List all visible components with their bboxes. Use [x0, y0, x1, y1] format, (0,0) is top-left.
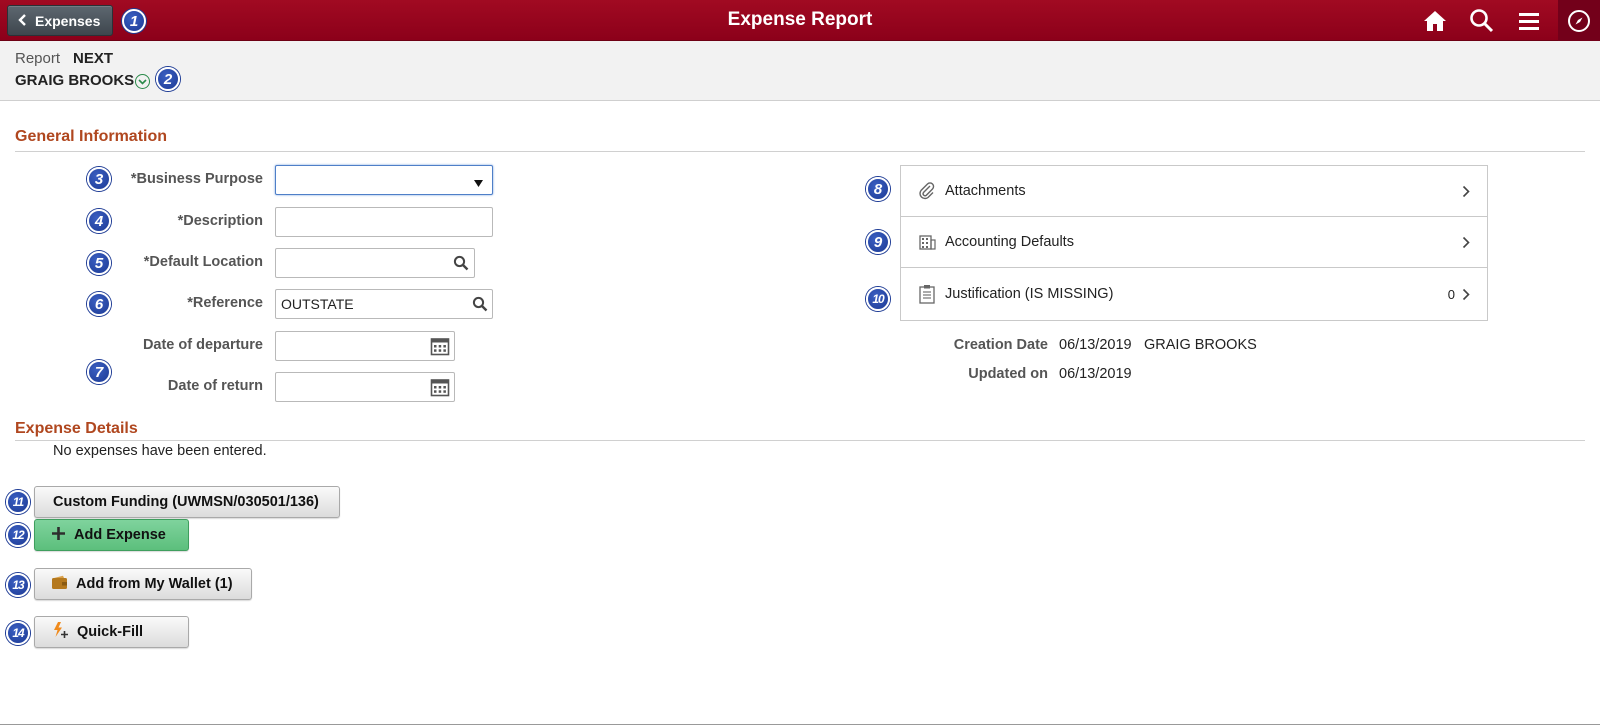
employee-name: GRAIG BROOKS — [15, 72, 135, 89]
clipboard-icon — [915, 284, 939, 304]
description-input[interactable] — [275, 207, 493, 237]
accounting-defaults-row[interactable]: Accounting Defaults — [900, 216, 1488, 268]
no-expenses-message: No expenses have been entered. — [53, 443, 267, 459]
accounting-defaults-label: Accounting Defaults — [945, 234, 1074, 250]
updated-on-label: Updated on — [968, 366, 1048, 382]
quick-fill-button[interactable]: Quick-Fill — [34, 616, 189, 648]
callout-badge: 8 — [866, 177, 890, 201]
callout-badge: 2 — [156, 67, 180, 91]
chevron-right-icon — [1459, 185, 1473, 198]
return-date-label: Date of return — [167, 378, 263, 394]
attachments-row[interactable]: Attachments — [900, 165, 1488, 217]
plus-icon — [51, 526, 66, 545]
report-label: Report — [15, 50, 61, 67]
report-summary-bar — [0, 41, 1600, 101]
page-title: Expense Report — [727, 9, 873, 30]
callout-badge: 13 — [6, 573, 30, 597]
search-icon[interactable] — [450, 252, 472, 274]
description-label: *Description — [177, 213, 263, 229]
creation-date-label: Creation Date — [953, 337, 1048, 353]
business-purpose-label: *Business Purpose — [130, 171, 263, 187]
reference-input[interactable]: OUTSTATE — [275, 289, 493, 319]
custom-funding-label: Custom Funding (UWMSN/030501/136) — [53, 494, 319, 510]
calendar-icon[interactable] — [429, 335, 451, 357]
report-value: NEXT — [73, 50, 114, 67]
default-location-input[interactable] — [275, 248, 475, 278]
justification-row[interactable]: Justification (IS MISSING) 0 — [900, 267, 1488, 321]
add-expense-button[interactable]: Add Expense — [34, 519, 189, 551]
chevron-right-icon — [1459, 236, 1473, 249]
departure-date-label: Date of departure — [142, 337, 263, 353]
chevron-right-icon — [1459, 288, 1473, 301]
menu-icon[interactable] — [1514, 7, 1544, 35]
creation-date-value: 06/13/2019 — [1059, 337, 1132, 353]
chevron-down-icon[interactable] — [135, 74, 150, 89]
justification-label: Justification (IS MISSING) — [945, 286, 1114, 302]
search-icon[interactable] — [1467, 7, 1497, 35]
section-divider — [15, 151, 1585, 152]
search-icon[interactable] — [469, 293, 491, 315]
paperclip-icon — [915, 182, 939, 200]
callout-badge: 11 — [6, 490, 30, 514]
dropdown-arrow-icon[interactable] — [474, 174, 483, 192]
business-purpose-select[interactable] — [275, 165, 493, 195]
section-divider — [15, 440, 1585, 441]
general-information-title: General Information — [15, 128, 168, 145]
add-from-wallet-button[interactable]: Add from My Wallet (1) — [34, 568, 252, 600]
callout-badge: 9 — [866, 230, 890, 254]
expense-details-title: Expense Details — [15, 420, 138, 437]
accounting-grid-icon — [915, 233, 939, 251]
callout-badge: 10 — [866, 287, 890, 311]
callout-badge: 12 — [6, 523, 30, 547]
updated-on-value: 06/13/2019 — [1059, 366, 1132, 382]
quick-fill-label: Quick-Fill — [77, 624, 144, 640]
reference-label: *Reference — [187, 295, 263, 311]
home-icon[interactable] — [1420, 7, 1450, 35]
calendar-icon[interactable] — [429, 376, 451, 398]
return-date-input[interactable] — [275, 372, 455, 402]
departure-date-input[interactable] — [275, 331, 455, 361]
add-expense-label: Add Expense — [74, 527, 166, 543]
add-from-wallet-label: Add from My Wallet (1) — [76, 576, 233, 592]
default-location-label: *Default Location — [143, 254, 263, 270]
creation-by-value: GRAIG BROOKS — [1144, 337, 1257, 353]
lightning-plus-icon — [51, 621, 69, 643]
callout-badge: 14 — [6, 621, 30, 645]
attachments-label: Attachments — [945, 183, 1026, 199]
justification-count: 0 — [1447, 286, 1455, 302]
custom-funding-button[interactable]: Custom Funding (UWMSN/030501/136) — [34, 486, 340, 518]
compass-icon[interactable] — [1558, 0, 1600, 41]
wallet-icon — [51, 575, 68, 594]
